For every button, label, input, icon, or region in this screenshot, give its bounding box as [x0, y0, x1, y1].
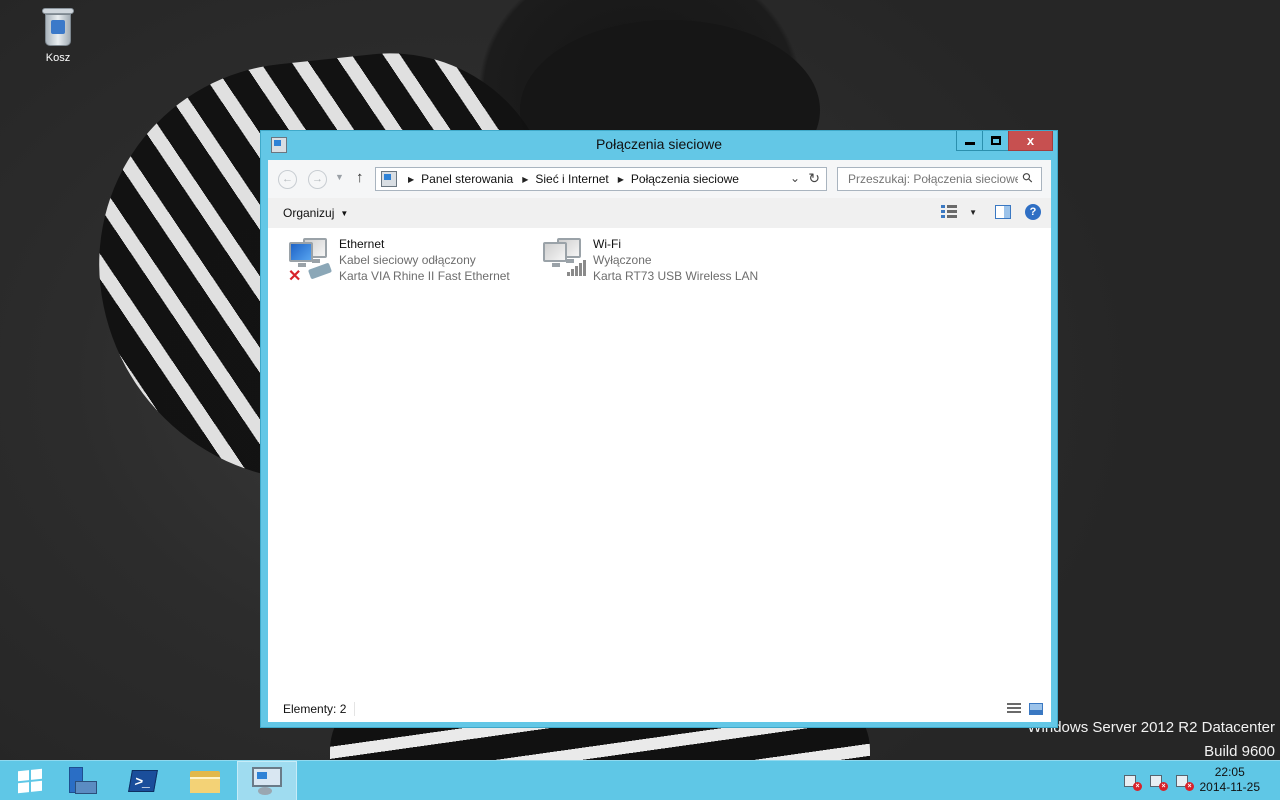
- navigation-bar: ← → ▼ ↑ ▶ Panel sterowania ▶ Sieć i Inte…: [268, 160, 1051, 198]
- notification-area: × × ×: [1124, 773, 1194, 791]
- search-box[interactable]: ⚲: [837, 167, 1042, 191]
- refresh-icon: ↻: [808, 170, 820, 186]
- status-bar: Elementy: 2: [268, 698, 1051, 722]
- taskbar: >_ × × × 22:05 2014-11-25: [0, 760, 1280, 800]
- clock[interactable]: 22:05 2014-11-25: [1200, 765, 1261, 795]
- connection-item-wifi[interactable]: Wi-Fi Wyłączone Karta RT73 USB Wireless …: [539, 236, 789, 288]
- window-client: ← → ▼ ↑ ▶ Panel sterowania ▶ Sieć i Inte…: [268, 160, 1051, 722]
- view-options-chevron-icon[interactable]: ▼: [969, 208, 977, 217]
- control-panel-icon: [252, 767, 282, 795]
- item-count: Elementy: 2: [283, 702, 347, 716]
- control-panel-icon: [381, 171, 397, 187]
- minimize-icon: [964, 142, 975, 145]
- close-button[interactable]: x: [1008, 131, 1053, 151]
- recycle-bin[interactable]: Kosz: [28, 6, 88, 64]
- breadcrumb-item[interactable]: Panel sterowania: [421, 172, 513, 186]
- powershell-button[interactable]: >_: [113, 761, 173, 800]
- clock-date: 2014-11-25: [1199, 780, 1261, 794]
- address-bar[interactable]: ▶ Panel sterowania ▶ Sieć i Internet ▶ P…: [375, 167, 827, 191]
- powershell-icon: >_: [128, 770, 158, 792]
- maximize-icon: [990, 136, 1001, 145]
- breadcrumb-chevron-icon[interactable]: ▶: [618, 175, 624, 184]
- view-switcher: [1007, 703, 1043, 715]
- clock-time: 22:05: [1214, 765, 1245, 779]
- search-input[interactable]: [838, 168, 1018, 190]
- organize-label: Organizuj: [283, 206, 335, 220]
- change-view-icon[interactable]: [941, 205, 958, 219]
- details-view-icon[interactable]: [1007, 703, 1021, 715]
- file-explorer-icon: [190, 769, 220, 793]
- recycle-bin-label: Kosz: [45, 52, 71, 64]
- minimize-button[interactable]: [956, 131, 983, 151]
- start-icon: [18, 768, 42, 794]
- back-arrow-icon: ←: [282, 173, 293, 185]
- up-button[interactable]: ↑: [356, 169, 364, 186]
- address-dropdown-button[interactable]: ⌄: [790, 171, 800, 185]
- recycle-bin-icon: [40, 6, 76, 48]
- control-panel-taskbar-button[interactable]: [237, 761, 297, 800]
- start-button[interactable]: [0, 761, 60, 800]
- organize-button[interactable]: Organizuj ▼: [283, 206, 348, 220]
- search-icon[interactable]: ⚲: [1019, 169, 1037, 187]
- help-icon[interactable]: ?: [1025, 204, 1041, 220]
- os-watermark: Windows Server 2012 R2 Datacenter Build …: [1027, 716, 1275, 764]
- connection-status: Wyłączone: [593, 253, 652, 267]
- title-bar[interactable]: Połączenia sieciowe x: [261, 131, 1057, 159]
- network-disconnected-icon[interactable]: ×: [1150, 773, 1168, 791]
- network-connections-window: Połączenia sieciowe x ← → ▼ ↑ ▶ Panel st…: [260, 130, 1058, 728]
- breadcrumb: ▶ Panel sterowania ▶ Sieć i Internet ▶ P…: [404, 172, 739, 186]
- connection-item-ethernet[interactable]: ✕ Ethernet Kabel sieciowy odłączony Kart…: [285, 236, 535, 288]
- maximize-button[interactable]: [982, 131, 1009, 151]
- connection-adapter: Karta RT73 USB Wireless LAN: [593, 269, 759, 283]
- action-center-warning-icon[interactable]: ×: [1124, 773, 1142, 791]
- watermark-edition: Windows Server 2012 R2 Datacenter: [1027, 719, 1275, 736]
- server-manager-icon: [67, 767, 97, 795]
- server-manager-button[interactable]: [52, 761, 112, 800]
- tiles-view-icon[interactable]: [1029, 703, 1043, 715]
- close-icon: x: [1026, 133, 1035, 148]
- preview-pane-icon[interactable]: [995, 205, 1011, 219]
- volume-muted-icon[interactable]: ×: [1176, 773, 1194, 791]
- window-controls: x: [956, 131, 1053, 151]
- connection-status: Kabel sieciowy odłączony: [339, 253, 476, 267]
- connection-name: Wi-Fi: [593, 237, 621, 251]
- file-explorer-button[interactable]: [175, 761, 235, 800]
- recent-locations-button[interactable]: ▼: [335, 172, 344, 182]
- chevron-down-icon: ▼: [335, 172, 344, 182]
- breadcrumb-item[interactable]: Sieć i Internet: [535, 172, 608, 186]
- wifi-disabled-icon: [539, 236, 589, 284]
- chevron-down-icon: ⌄: [789, 171, 800, 185]
- breadcrumb-chevron-icon[interactable]: ▶: [522, 175, 528, 184]
- chevron-down-icon: ▼: [340, 209, 349, 218]
- status-divider: [354, 702, 355, 716]
- up-arrow-icon: ↑: [356, 169, 364, 186]
- forward-button[interactable]: →: [308, 170, 327, 189]
- window-title: Połączenia sieciowe: [595, 136, 723, 152]
- ethernet-disconnected-icon: ✕: [285, 236, 335, 285]
- forward-arrow-icon: →: [312, 173, 323, 185]
- back-button[interactable]: ←: [278, 170, 297, 189]
- breadcrumb-item[interactable]: Połączenia sieciowe: [631, 172, 739, 186]
- command-bar: Organizuj ▼ ▼ ?: [268, 198, 1051, 228]
- command-bar-right: ▼ ?: [941, 204, 1041, 220]
- refresh-button[interactable]: ↻: [808, 170, 820, 187]
- connection-adapter: Karta VIA Rhine II Fast Ethernet: [339, 269, 510, 283]
- connection-name: Ethernet: [339, 237, 385, 251]
- breadcrumb-chevron-icon[interactable]: ▶: [408, 175, 414, 184]
